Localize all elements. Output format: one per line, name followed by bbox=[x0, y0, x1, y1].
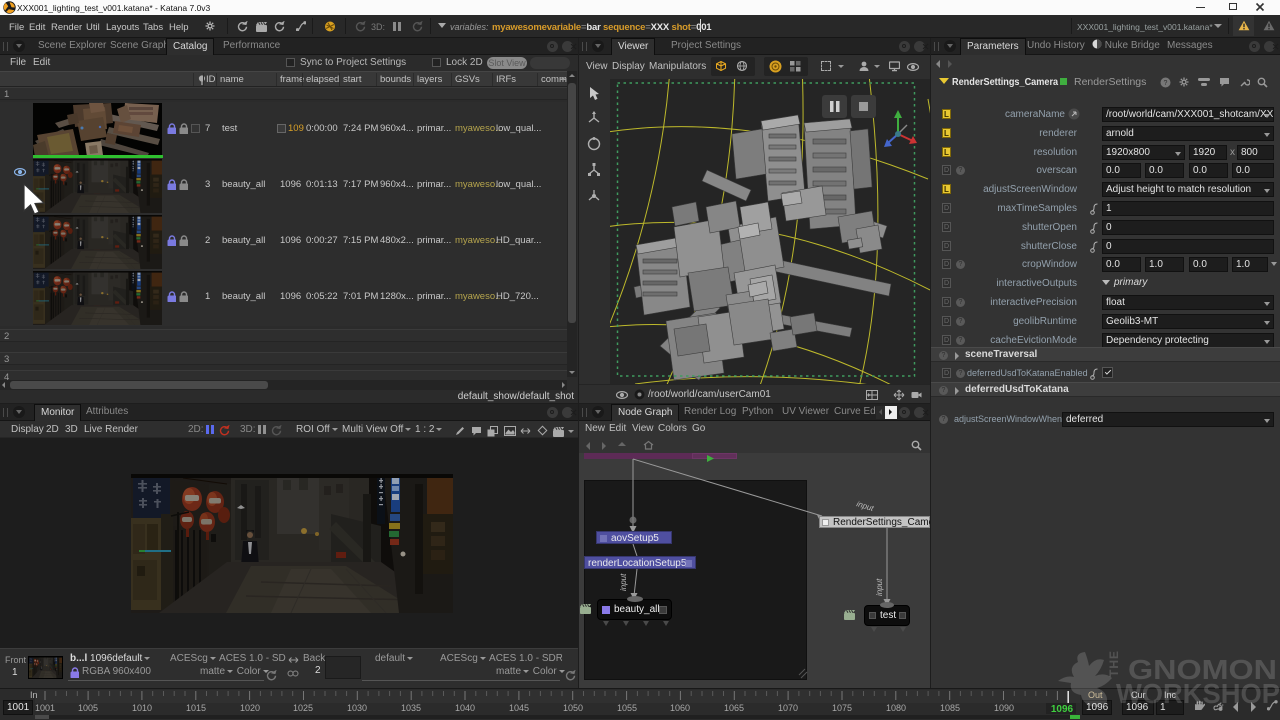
svg-text:input: input bbox=[875, 578, 884, 596]
svg-text:1075: 1075 bbox=[832, 703, 852, 713]
svg-text:1025: 1025 bbox=[293, 703, 313, 713]
svg-text:1020: 1020 bbox=[240, 703, 260, 713]
svg-text:1005: 1005 bbox=[78, 703, 98, 713]
svg-text:1070: 1070 bbox=[778, 703, 798, 713]
svg-text:1080: 1080 bbox=[886, 703, 906, 713]
svg-text:1060: 1060 bbox=[670, 703, 690, 713]
svg-text:1035: 1035 bbox=[401, 703, 421, 713]
svg-text:input: input bbox=[855, 499, 875, 513]
svg-text:1085: 1085 bbox=[940, 703, 960, 713]
svg-text:1050: 1050 bbox=[563, 703, 583, 713]
svg-text:1090: 1090 bbox=[994, 703, 1014, 713]
svg-text:1001: 1001 bbox=[35, 703, 55, 713]
svg-text:1045: 1045 bbox=[509, 703, 529, 713]
svg-text:1040: 1040 bbox=[455, 703, 475, 713]
svg-text:WORKSHOP: WORKSHOP bbox=[1116, 678, 1280, 709]
svg-text:1030: 1030 bbox=[347, 703, 367, 713]
svg-text:1055: 1055 bbox=[617, 703, 637, 713]
svg-text:1010: 1010 bbox=[132, 703, 152, 713]
svg-text:?: ? bbox=[1164, 80, 1168, 87]
svg-text:1015: 1015 bbox=[186, 703, 206, 713]
svg-text:1065: 1065 bbox=[724, 703, 744, 713]
svg-text:input: input bbox=[619, 573, 628, 591]
svg-text:THE: THE bbox=[1107, 650, 1121, 677]
